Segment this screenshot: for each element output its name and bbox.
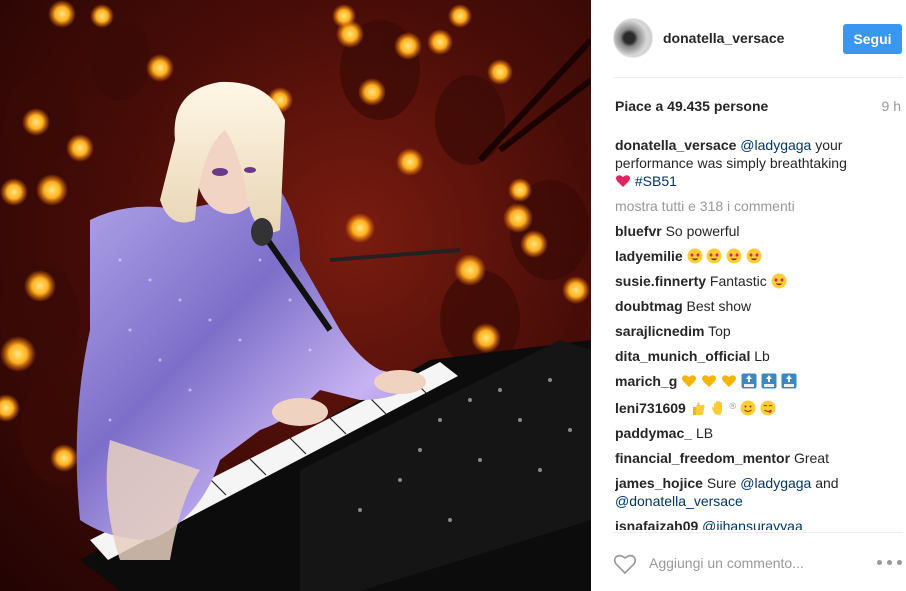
comment-username[interactable]: paddymac_: [615, 425, 692, 441]
comment-username[interactable]: leni731609: [615, 400, 686, 416]
comment-username[interactable]: marich_g: [615, 373, 677, 389]
registered-icon: ®: [729, 401, 737, 411]
header-divider: [613, 77, 903, 78]
comment-username[interactable]: ladyemilie: [615, 248, 683, 264]
comment-text: Lb: [754, 348, 770, 364]
heart-eyes-emoji-icon: [687, 248, 763, 264]
comment-mention[interactable]: @donatella_versace: [615, 493, 743, 509]
caption-hashtag[interactable]: #SB51: [635, 173, 677, 189]
likes-count[interactable]: Piace a 49.435 persone: [615, 98, 768, 114]
comment-item: doubtmag Best show: [615, 297, 903, 315]
post-photo[interactable]: [0, 0, 591, 591]
comment-username[interactable]: doubtmag: [615, 298, 683, 314]
comment-mention[interactable]: @jihansurayyaa: [702, 518, 803, 530]
comment-item: susie.finnerty Fantastic: [615, 272, 903, 290]
comment-text: Fantastic: [709, 273, 767, 289]
author-avatar[interactable]: [613, 18, 653, 58]
red-heart-icon: [616, 175, 630, 187]
comment-username[interactable]: dita_munich_official: [615, 348, 750, 364]
comment-username[interactable]: susie.finnerty: [615, 273, 706, 289]
comment-item: paddymac_ LB: [615, 424, 903, 442]
comment-text: Top: [708, 323, 731, 339]
post-header: donatella_versace Segui: [591, 0, 906, 78]
comment-username[interactable]: bluefvr: [615, 223, 662, 239]
raised-hand-emoji-icon: [711, 401, 722, 415]
caption-username[interactable]: donatella_versace: [615, 137, 736, 153]
comment-text: Best show: [686, 298, 752, 314]
top-arrow-emoji-icon: [741, 373, 797, 389]
face-savoring-emoji-icon: [760, 400, 776, 416]
caption-mention[interactable]: @ladygaga: [740, 137, 811, 153]
heart-eyes-emoji-icon: [771, 273, 787, 289]
thumbs-up-emoji-icon: [692, 402, 705, 415]
show-all-comments-link[interactable]: mostra tutti e 318 i commenti: [615, 197, 903, 215]
comment-username[interactable]: james_hojice: [615, 475, 703, 491]
post-sidebar: donatella_versace Segui Piace a 49.435 p…: [591, 0, 906, 591]
comment-item: sarajlicnedim Top: [615, 322, 903, 340]
comment-item: marich_g: [615, 372, 903, 390]
add-comment-input[interactable]: [649, 553, 859, 573]
comment-item: leni731609 ®: [615, 397, 903, 417]
comment-item: isnafaizah09 @jihansurayyaa: [615, 517, 903, 530]
comment-item: dita_munich_official Lb: [615, 347, 903, 365]
comment-item: financial_freedom_mentor Great: [615, 449, 903, 467]
caption: donatella_versace @ladygaga your perform…: [615, 136, 903, 190]
comment-text: Sure: [706, 475, 741, 491]
comment-item: ladyemilie: [615, 247, 903, 265]
post-footer: [591, 533, 906, 591]
comment-item: james_hojice Sure @ladygaga and @donatel…: [615, 474, 903, 510]
comment-text: LB: [695, 425, 714, 441]
like-heart-icon[interactable]: [613, 553, 637, 575]
more-options-icon[interactable]: [877, 560, 903, 568]
author-username[interactable]: donatella_versace: [663, 30, 784, 46]
comments-list[interactable]: donatella_versace @ladygaga your perform…: [615, 136, 903, 530]
follow-button[interactable]: Segui: [843, 24, 902, 54]
likes-row: Piace a 49.435 persone 9 h: [615, 98, 903, 118]
comment-username[interactable]: sarajlicnedim: [615, 323, 705, 339]
comment-text: So powerful: [665, 223, 740, 239]
comment-text: Great: [793, 450, 829, 466]
yellow-heart-emoji-icon: [681, 373, 741, 389]
comment-text: and: [811, 475, 839, 491]
comment-username[interactable]: financial_freedom_mentor: [615, 450, 790, 466]
comment-username[interactable]: isnafaizah09: [615, 518, 698, 530]
smiling-emoji-icon: [740, 400, 756, 416]
comment-item: bluefvr So powerful: [615, 222, 903, 240]
post-time[interactable]: 9 h: [882, 98, 901, 114]
concert-image: [0, 0, 591, 591]
comment-mention[interactable]: @ladygaga: [740, 475, 811, 491]
